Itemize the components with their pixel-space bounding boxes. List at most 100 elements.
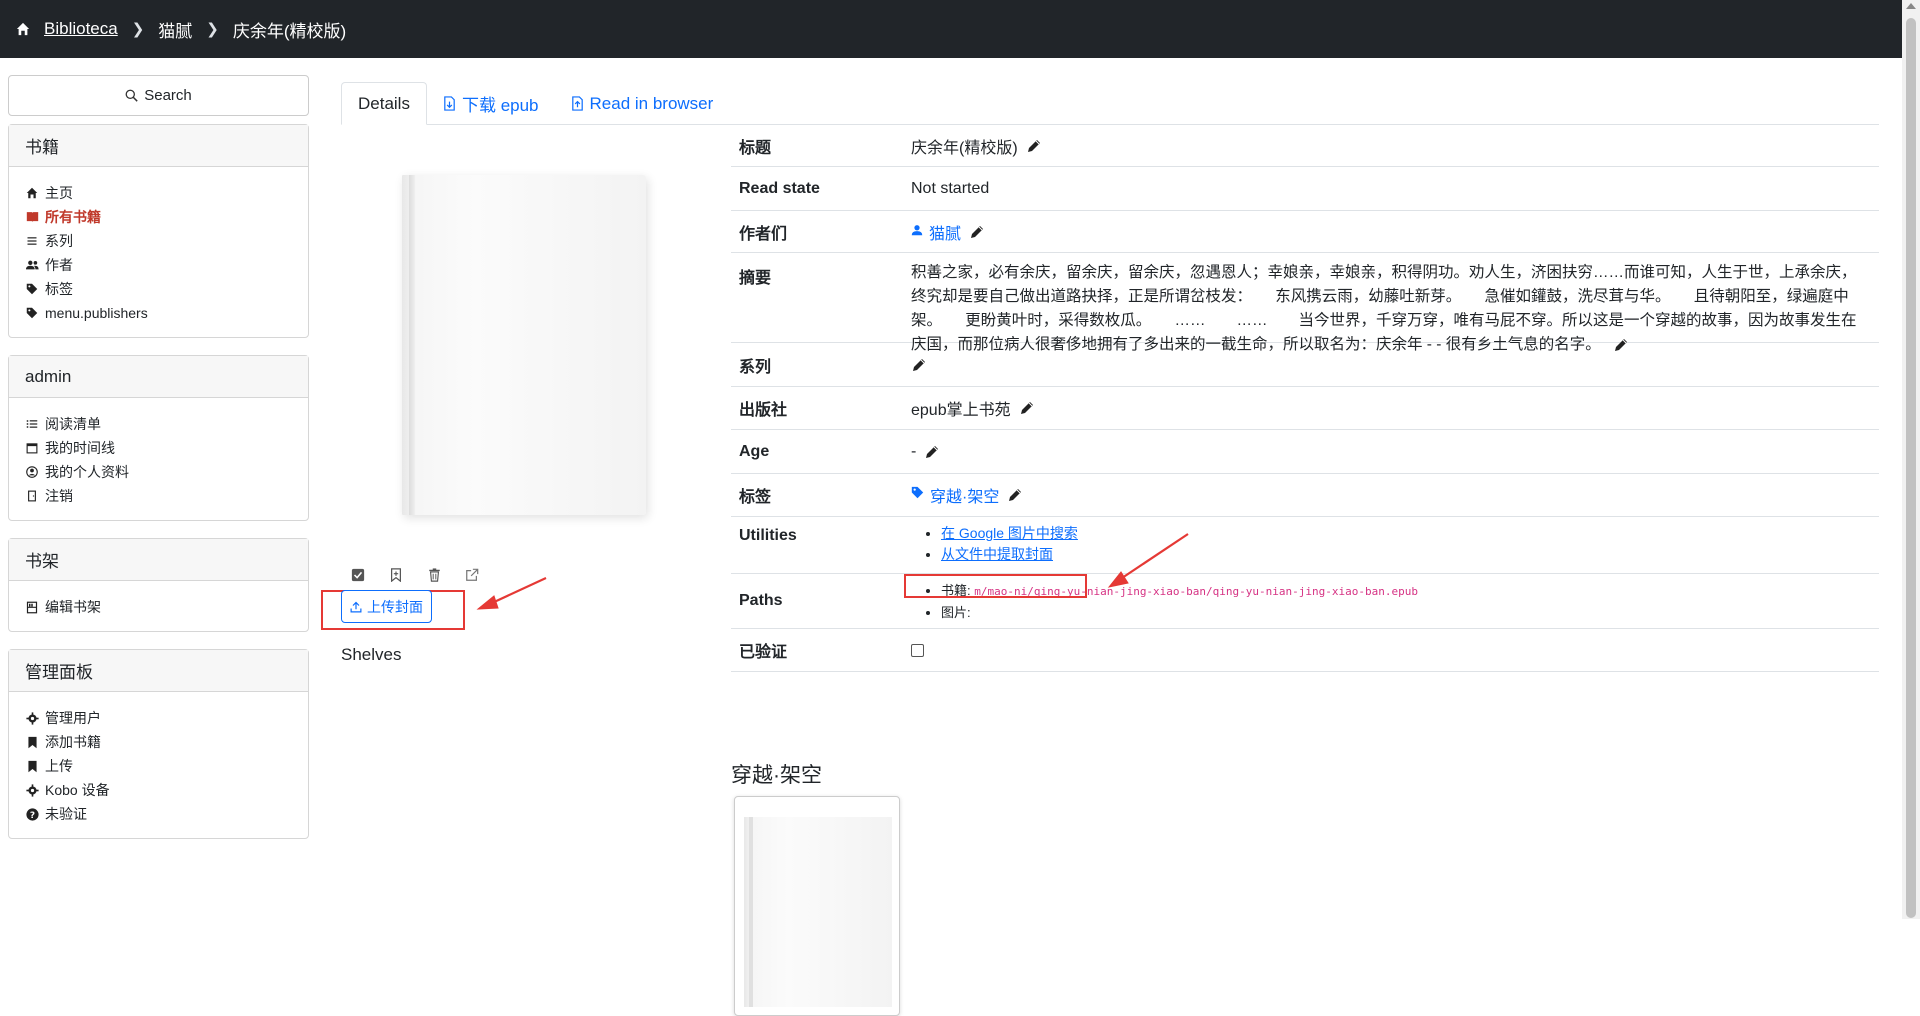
user-circle-icon: [25, 465, 39, 479]
page-scrollbar[interactable]: [1902, 0, 1920, 919]
tab-details[interactable]: Details: [341, 82, 427, 125]
sidebar-item-unverified[interactable]: ? 未验证: [25, 802, 292, 826]
search-icon: [125, 89, 138, 102]
tab-details-label: Details: [358, 93, 410, 113]
external-link-icon[interactable]: [463, 566, 481, 584]
tab-read-in-browser[interactable]: Read in browser: [555, 82, 730, 125]
related-book-card[interactable]: [734, 796, 900, 1016]
tab-download-epub[interactable]: 下载 epub: [427, 82, 555, 125]
sidebar-item-timeline[interactable]: 我的时间线: [25, 436, 292, 460]
sidebar-item-edit-shelves[interactable]: 编辑书架: [25, 595, 292, 619]
book-cover: [399, 172, 647, 520]
sidebar-item-publishers[interactable]: menu.publishers: [25, 301, 292, 325]
annotation-arrow: [476, 577, 547, 610]
sidebar-item-label: menu.publishers: [45, 305, 148, 321]
authors-row: 作者们 猫腻: [731, 211, 1879, 253]
list-icon: [25, 234, 39, 248]
age-row: Age -: [731, 430, 1879, 474]
related-book-cover: [744, 817, 892, 1007]
tab-download-label: 下载 epub: [461, 96, 539, 115]
breadcrumb-home-link[interactable]: Biblioteca: [44, 19, 118, 39]
paths-key: Paths: [739, 592, 783, 609]
tag-icon: [25, 306, 39, 320]
scroll-up-icon[interactable]: [1906, 3, 1916, 9]
verified-row: 已验证: [731, 629, 1879, 672]
sidebar-item-all-books[interactable]: 所有书籍: [25, 205, 292, 229]
home-icon: [25, 186, 39, 200]
tag-link[interactable]: 穿越·架空: [930, 483, 999, 507]
sidebar-item-label: 未验证: [45, 806, 87, 822]
file-upload-icon: [571, 96, 583, 111]
sidebar-item-label: 我的个人资料: [45, 464, 129, 480]
tab-bar: Details 下载 epub Read in browser: [341, 82, 1879, 125]
books-card: 书籍 主页 所有书籍 系列 作者 标签 menu.publishers: [8, 124, 309, 338]
pencil-icon[interactable]: [1019, 400, 1035, 416]
pencil-icon[interactable]: [1007, 487, 1023, 503]
sidebar-item-label: 上传: [45, 758, 73, 774]
home-icon: [16, 22, 30, 36]
users-icon: [25, 258, 39, 272]
publisher-value: epub掌上书苑: [911, 402, 1011, 419]
pencil-icon[interactable]: [911, 357, 927, 373]
age-key: Age: [739, 442, 770, 460]
extract-cover-link[interactable]: 从文件中提取封面: [941, 546, 1053, 562]
summary-key: 摘要: [739, 270, 772, 287]
sidebar-item-tags[interactable]: 标签: [25, 277, 292, 301]
bookshelf-icon: [25, 600, 39, 614]
sidebar-item-reading-list[interactable]: 阅读清单: [25, 412, 292, 436]
pencil-icon[interactable]: [924, 444, 940, 460]
tag-icon: [911, 486, 924, 504]
sidebar-item-logout[interactable]: 注销: [25, 484, 292, 508]
sidebar-item-label: 管理用户: [45, 710, 101, 726]
sidebar-item-label: 添加书籍: [45, 734, 101, 750]
sidebar-item-label: 编辑书架: [45, 599, 101, 615]
chevron-right-icon: ❯: [131, 21, 145, 38]
verified-key: 已验证: [739, 644, 788, 661]
top-navbar: Biblioteca ❯ 猫腻 ❯ 庆余年(精校版): [0, 0, 1920, 58]
gear-icon: [25, 783, 39, 797]
admin-header: admin: [9, 356, 308, 398]
upload-cover-button[interactable]: 上传封面: [341, 590, 432, 623]
sidebar-item-upload[interactable]: 上传: [25, 754, 292, 778]
read-state-key: Read state: [739, 179, 820, 197]
sidebar-item-label: 所有书籍: [45, 209, 101, 225]
sidebar-item-profile[interactable]: 我的个人资料: [25, 460, 292, 484]
bookmark-icon[interactable]: [387, 566, 405, 584]
breadcrumb-title: 庆余年(精校版): [232, 21, 347, 41]
check-square-icon[interactable]: [349, 566, 367, 584]
sidebar-item-series[interactable]: 系列: [25, 229, 292, 253]
svg-text:?: ?: [29, 810, 34, 820]
trash-icon[interactable]: [425, 566, 443, 584]
user-icon: [911, 223, 923, 241]
google-image-search-link[interactable]: 在 Google 图片中搜索: [941, 525, 1078, 541]
sidebar-item-authors[interactable]: 作者: [25, 253, 292, 277]
upload-icon: [350, 601, 362, 612]
tab-read-label: Read in browser: [589, 93, 714, 113]
tag-icon: [25, 282, 39, 296]
books-header: 书籍: [9, 125, 308, 167]
title-row: 标题 庆余年(精校版): [731, 125, 1879, 167]
author-link[interactable]: 猫腻: [929, 220, 961, 244]
read-state-row: Read state Not started: [731, 167, 1879, 211]
cover-actions: [349, 566, 481, 584]
publisher-key: 出版社: [739, 402, 788, 419]
shelves-card: 书架 编辑书架: [8, 538, 309, 632]
publisher-row: 出版社 epub掌上书苑: [731, 387, 1879, 430]
search-label: Search: [144, 87, 192, 104]
pencil-icon[interactable]: [1026, 138, 1042, 154]
bookmark-icon: [25, 735, 39, 749]
sidebar-item-add-books[interactable]: 添加书籍: [25, 730, 292, 754]
door-icon: [25, 489, 39, 503]
title-key: 标题: [739, 139, 772, 157]
pencil-icon[interactable]: [969, 224, 985, 240]
read-state-value: Not started: [911, 179, 990, 197]
sidebar-item-label: 阅读清单: [45, 416, 101, 432]
sidebar-item-kobo[interactable]: Kobo 设备: [25, 778, 292, 802]
breadcrumb-author[interactable]: 猫腻: [158, 17, 192, 42]
verified-checkbox[interactable]: [911, 643, 924, 657]
scrollbar-thumb[interactable]: [1906, 18, 1916, 918]
sidebar-item-manage-users[interactable]: 管理用户: [25, 706, 292, 730]
search-button[interactable]: Search: [8, 75, 309, 116]
sidebar-item-label: 标签: [45, 281, 73, 297]
sidebar-item-home[interactable]: 主页: [25, 181, 292, 205]
